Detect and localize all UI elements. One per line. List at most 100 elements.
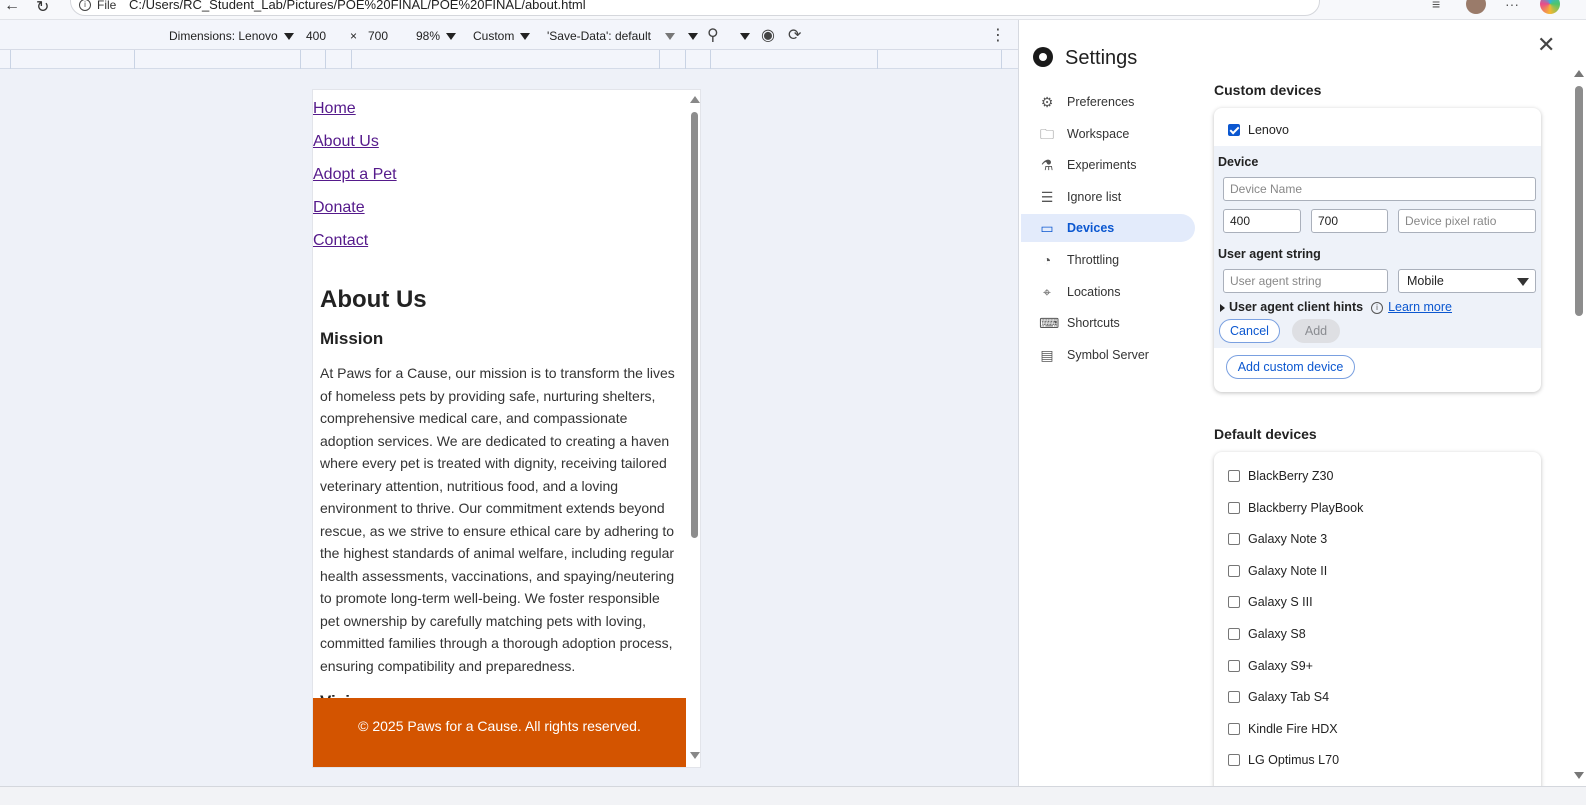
ruler-segment[interactable] [325,50,326,69]
rotate-icon[interactable]: ⟳ [788,25,801,45]
device-checkbox[interactable] [1228,501,1240,514]
location-pin-icon: ⌖ [1043,284,1051,300]
info-icon[interactable]: i [79,0,91,11]
sidebar-item-workspace[interactable]: 🗀 Workspace [1021,120,1195,148]
url-text[interactable]: C:/Users/RC_Student_Lab/Pictures/POE%20F… [129,0,586,12]
ruler-segment[interactable] [710,50,711,69]
sidebar-item-ignore-list[interactable]: ☰ Ignore list [1021,183,1195,211]
device-checkbox[interactable] [1228,690,1240,703]
height-field[interactable]: 700 [368,29,388,43]
list-item[interactable]: Galaxy Tab S4 [1228,689,1329,704]
triangle-right-icon [1220,303,1225,312]
scroll-down-arrow-icon[interactable] [690,752,700,759]
page-title: About Us [320,286,427,313]
ruler-segment[interactable] [877,50,878,69]
copilot-icon[interactable] [1540,0,1560,14]
sidebar-item-experiments[interactable]: ⚗ Experiments [1021,151,1195,179]
device-checkbox-label: LG Optimus L70 [1248,752,1340,767]
url-scheme: File [97,0,117,12]
cancel-button[interactable]: Cancel [1219,319,1280,343]
nav-link-contact[interactable]: Contact [313,232,368,250]
extra-caret[interactable] [682,29,698,43]
nav-link-adopt[interactable]: Adopt a Pet [313,166,397,184]
device-checkbox[interactable] [1228,564,1240,577]
ua-string-input[interactable]: User agent string [1223,269,1388,293]
learn-more-link[interactable]: Learn more [1388,300,1452,314]
pixel-ratio-input[interactable]: Device pixel ratio [1398,209,1536,233]
favorites-list-icon[interactable]: ≡ [1432,0,1440,12]
avatar[interactable] [1466,0,1486,14]
scroll-up-arrow-icon[interactable] [1574,70,1584,77]
list-item[interactable]: Kindle Fire HDX [1228,721,1338,736]
list-item[interactable]: Galaxy Note II [1228,563,1327,578]
client-hints-toggle[interactable]: User agent client hints i Learn more [1220,300,1452,314]
chevron-down-icon [1517,278,1529,286]
list-item[interactable]: Blackberry PlayBook [1228,500,1363,515]
zoom-dropdown[interactable]: 98% [416,29,457,43]
sidebar-item-preferences[interactable]: ⚙ Preferences [1021,88,1195,116]
settings-scrollbar[interactable] [1572,70,1586,805]
device-checkbox[interactable] [1228,469,1240,482]
dimensions-dropdown[interactable]: Dimensions: Lenovo [169,29,294,43]
site-footer: © 2025 Paws for a Cause. All rights rese… [313,698,686,767]
sidebar-item-label: Locations [1067,285,1121,299]
times-sign: × [350,29,358,43]
device-checkbox[interactable] [1228,532,1240,545]
device-checkbox[interactable] [1228,595,1240,608]
custom-device-row[interactable]: Lenovo [1228,122,1289,137]
ruler-segment[interactable] [10,50,11,69]
scroll-up-arrow-icon[interactable] [690,96,700,103]
back-arrow-icon[interactable]: ← [4,0,20,15]
width-field[interactable]: 400 [306,29,326,43]
list-item[interactable]: Galaxy S8 [1228,626,1306,641]
reload-icon[interactable]: ↻ [36,0,49,17]
list-item[interactable]: Galaxy S III [1228,594,1313,609]
save-data-dropdown[interactable]: 'Save-Data': default [547,29,675,43]
sidebar-item-shortcuts[interactable]: ⌨ Shortcuts [1021,309,1195,337]
ruler-segment[interactable] [351,50,352,69]
close-icon[interactable]: ✕ [1537,32,1555,58]
kebab-menu-icon[interactable]: ⋮ [990,25,1006,45]
device-name-input[interactable]: Device Name [1223,177,1536,201]
list-item[interactable]: Galaxy Note 3 [1228,531,1327,546]
device-checkbox[interactable] [1228,627,1240,640]
device-checkbox[interactable] [1228,753,1240,766]
sidebar-item-throttling[interactable]: ◔ Throttling [1021,246,1195,274]
device-checkbox[interactable] [1228,123,1240,136]
scroll-down-arrow-icon[interactable] [1574,772,1584,779]
ruler-segment[interactable] [685,50,686,69]
ua-type-select[interactable]: Mobile [1398,269,1536,293]
nav-link-donate[interactable]: Donate [313,199,365,217]
add-button[interactable]: Add [1292,319,1340,343]
ruler-segment[interactable] [659,50,660,69]
sidebar-item-label: Shortcuts [1067,316,1120,330]
add-custom-device-button[interactable]: Add custom device [1226,355,1355,379]
sensors-caret[interactable] [734,29,750,43]
scroll-thumb[interactable] [1575,86,1583,316]
list-item[interactable]: Galaxy S9+ [1228,658,1313,673]
device-height-input[interactable]: 700 [1311,209,1388,233]
nav-link-home[interactable]: Home [313,100,356,118]
more-menu-icon[interactable]: ··· [1505,0,1519,12]
device-checkbox-label: Galaxy Note 3 [1248,531,1328,546]
mission-paragraph: At Paws for a Cause, our mission is to t… [320,365,675,674]
device-checkbox[interactable] [1228,722,1240,735]
throttle-dropdown[interactable]: Custom [473,29,531,43]
nav-link-about[interactable]: About Us [313,133,379,151]
device-checkbox[interactable] [1228,659,1240,672]
viewport-scrollbar[interactable] [687,90,700,767]
ruler-segment[interactable] [134,50,135,69]
sidebar-item-symbol-server[interactable]: ▤ Symbol Server [1021,341,1195,369]
address-bar[interactable]: i File C:/Users/RC_Student_Lab/Pictures/… [70,0,1320,16]
eye-icon[interactable]: ◉ [761,25,775,45]
list-item[interactable]: BlackBerry Z30 [1228,468,1333,483]
sidebar-item-devices[interactable]: ▭ Devices [1021,214,1195,242]
ruler-segment[interactable] [1001,50,1002,69]
ruler-segment[interactable] [300,50,301,69]
sidebar-item-label: Ignore list [1067,190,1122,204]
sidebar-item-locations[interactable]: ⌖ Locations [1021,278,1195,306]
device-width-input[interactable]: 400 [1223,209,1301,233]
list-item[interactable]: LG Optimus L70 [1228,752,1339,767]
sensors-icon[interactable]: ⚲ [707,25,719,45]
scroll-thumb[interactable] [691,112,698,538]
